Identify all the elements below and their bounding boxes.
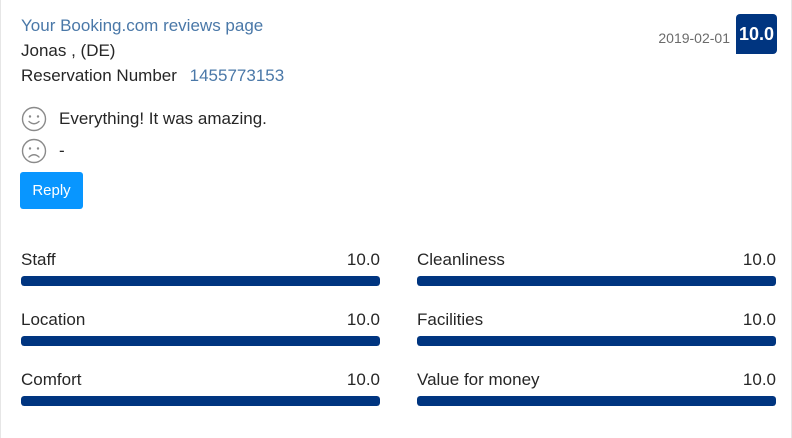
- sad-face-icon: [21, 138, 47, 164]
- score-bar-fill: [21, 276, 380, 286]
- score-bar-fill: [417, 336, 776, 346]
- score-bar-fill: [417, 396, 776, 406]
- positive-comment-text: Everything! It was amazing.: [59, 109, 267, 128]
- score-label: Location: [21, 310, 86, 329]
- review-date: 2019-02-01: [658, 30, 730, 46]
- score-value: 10.0: [346, 310, 380, 329]
- score-bar: [417, 276, 776, 286]
- score-value: 10.0: [346, 370, 380, 389]
- reservation-number-link[interactable]: 1455773153: [190, 66, 285, 85]
- score-value: 10.0: [742, 310, 776, 329]
- score-label: Facilities: [417, 310, 484, 329]
- score-bar-fill: [21, 396, 380, 406]
- negative-comment-text: -: [59, 141, 65, 160]
- negative-comment-row: -: [21, 138, 65, 164]
- score-bar: [21, 336, 380, 346]
- guest-name: Jonas , (DE): [21, 41, 116, 60]
- score-label: Staff: [21, 250, 56, 269]
- positive-comment-row: Everything! It was amazing.: [21, 106, 267, 132]
- score-bar-fill: [21, 336, 380, 346]
- review-card: Your Booking.com reviews page Jonas , (D…: [0, 0, 792, 438]
- score-label: Cleanliness: [417, 250, 505, 269]
- score-bar: [21, 276, 380, 286]
- score-label: Value for money: [417, 370, 540, 389]
- score-bar: [417, 396, 776, 406]
- reservation-info: Reservation Number 1455773153: [21, 66, 284, 86]
- score-bar: [417, 336, 776, 346]
- score-value: 10.0: [742, 370, 776, 389]
- smiley-face-icon: [21, 106, 47, 132]
- score-bar: [21, 396, 380, 406]
- score-value: 10.0: [742, 250, 776, 269]
- score-label: Comfort: [21, 370, 82, 389]
- reply-button[interactable]: Reply: [20, 172, 83, 209]
- score-bar-fill: [417, 276, 776, 286]
- reservation-label: Reservation Number: [21, 66, 177, 85]
- booking-reviews-link[interactable]: Your Booking.com reviews page: [21, 16, 263, 36]
- review-score-badge: 10.0: [736, 14, 777, 54]
- score-value: 10.0: [346, 250, 380, 269]
